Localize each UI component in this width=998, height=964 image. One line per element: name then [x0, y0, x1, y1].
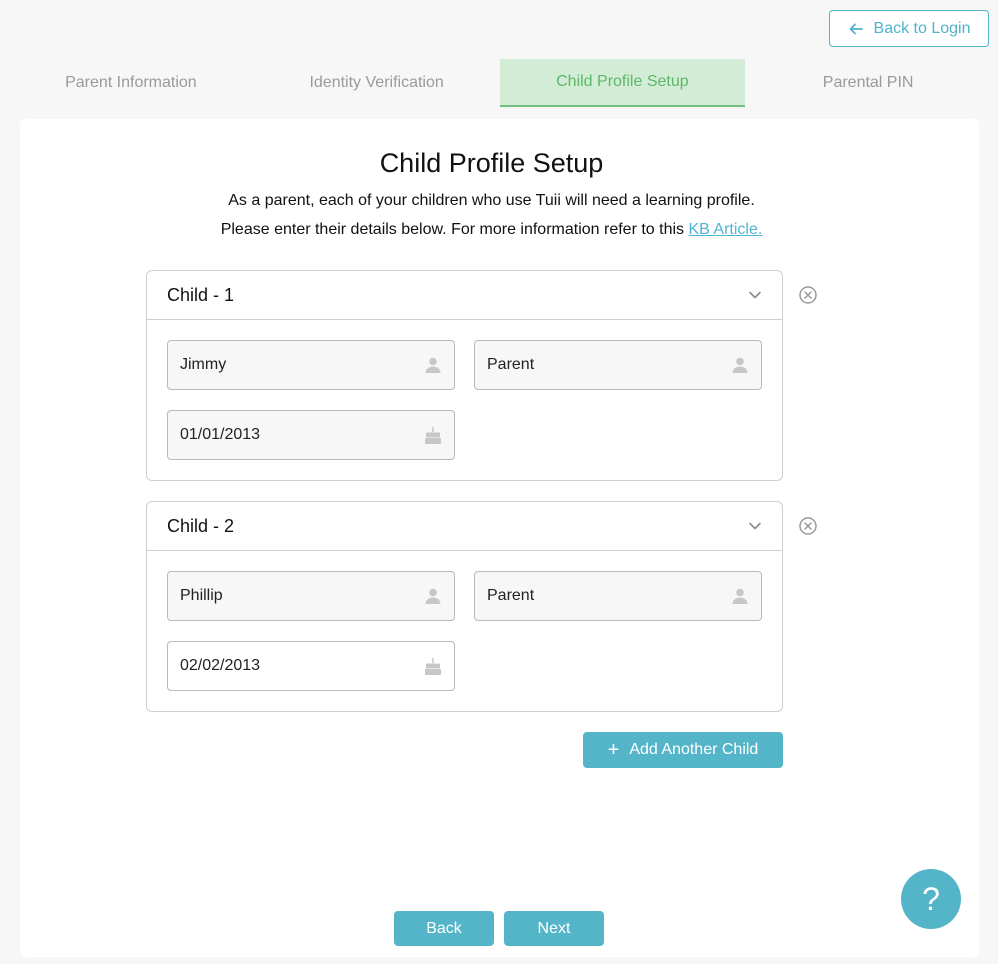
child-card-2: Child - 2 Phillip Parent 02/02/2013 [146, 501, 783, 712]
step-parental-pin[interactable]: Parental PIN [745, 59, 991, 107]
help-button[interactable]: ? [901, 869, 961, 929]
plus-icon: + [607, 739, 620, 761]
child-accordion-header[interactable]: Child - 2 [147, 502, 782, 551]
step-label: Parent Information [65, 74, 197, 91]
step-child-profile-setup[interactable]: Child Profile Setup [499, 59, 746, 107]
last-name-field[interactable]: Parent [474, 571, 762, 621]
user-icon [425, 588, 441, 604]
arrow-left-icon [849, 23, 863, 34]
add-child-label: Add Another Child [629, 741, 759, 758]
help-icon: ? [922, 880, 940, 917]
chevron-down-icon[interactable] [748, 519, 762, 533]
date-of-birth-field[interactable]: 01/01/2013 [167, 410, 455, 460]
last-name-value: Parent [487, 587, 535, 604]
user-icon [732, 357, 748, 373]
dob-value: 01/01/2013 [180, 426, 261, 443]
add-another-child-button[interactable]: + Add Another Child [583, 732, 783, 768]
birthday-cake-icon [425, 657, 441, 675]
subtitle-kb: Please enter their details below. For mo… [0, 221, 983, 239]
step-label: Child Profile Setup [556, 73, 689, 90]
user-icon [732, 588, 748, 604]
remove-child-icon[interactable] [798, 516, 818, 536]
subtitle-text: Please enter their details below. For mo… [220, 221, 685, 238]
step-identity-verification[interactable]: Identity Verification [254, 59, 500, 107]
first-name-field[interactable]: Jimmy [167, 340, 455, 390]
first-name-value: Jimmy [180, 356, 227, 373]
page: Back to Login Parent Information Identit… [0, 0, 998, 964]
last-name-value: Parent [487, 356, 535, 373]
chevron-down-icon[interactable] [748, 288, 762, 302]
back-to-login-label: Back to Login [873, 19, 971, 37]
child-body: Phillip Parent 02/02/2013 [147, 551, 782, 711]
user-icon [425, 357, 441, 373]
dob-value: 02/02/2013 [180, 657, 261, 674]
first-name-value: Phillip [180, 587, 223, 604]
child-card-1: Child - 1 Jimmy Parent 01/01/2013 [146, 270, 783, 481]
date-of-birth-field[interactable]: 02/02/2013 [167, 641, 455, 691]
child-body: Jimmy Parent 01/01/2013 [147, 320, 782, 480]
back-to-login-button[interactable]: Back to Login [829, 10, 989, 47]
kb-article-link[interactable]: KB Article. [688, 221, 762, 238]
subtitle: As a parent, each of your children who u… [228, 192, 755, 209]
remove-child-icon[interactable] [798, 285, 818, 305]
birthday-cake-icon [425, 426, 441, 444]
step-label: Identity Verification [309, 74, 444, 91]
step-label: Parental PIN [822, 74, 914, 91]
child-accordion-header[interactable]: Child - 1 [147, 271, 782, 320]
last-name-field[interactable]: Parent [474, 340, 762, 390]
next-button[interactable]: Next [504, 911, 604, 946]
child-header-label: Child - 1 [167, 284, 235, 305]
first-name-field[interactable]: Phillip [167, 571, 455, 621]
page-title: Child Profile Setup [379, 148, 604, 178]
child-header-label: Child - 2 [167, 515, 235, 536]
stepper: Parent Information Identity Verification… [8, 59, 991, 107]
back-button[interactable]: Back [394, 911, 494, 946]
step-parent-information[interactable]: Parent Information [8, 59, 254, 107]
top-bar: Back to Login [0, 0, 998, 58]
